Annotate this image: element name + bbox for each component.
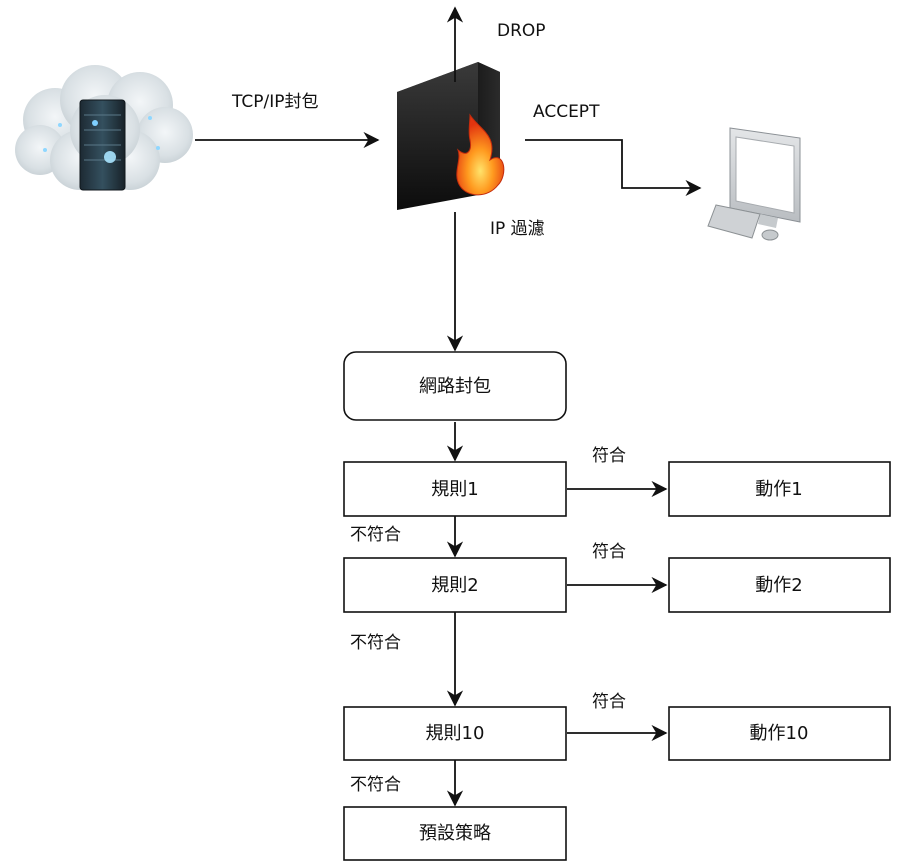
match-label-2: 符合: [592, 542, 626, 562]
action-2-label: 動作2: [755, 575, 802, 596]
accept-label: ACCEPT: [533, 102, 600, 122]
action-1-label: 動作1: [755, 479, 802, 500]
rule-10-label: 規則10: [426, 723, 485, 744]
firewall-flow-diagram: DROP TCP/IP封包 ACCEPT IP 過濾 符合 符合 符合 不符合 …: [15, 6, 891, 861]
no-match-label-10: 不符合: [350, 775, 401, 795]
action-10-node: 動作10: [668, 706, 891, 761]
match-label-10: 符合: [592, 692, 626, 712]
rule-2-node: 規則2: [343, 557, 567, 613]
rule-10-node: 規則10: [343, 706, 567, 761]
default-policy-label: 預設策略: [419, 823, 491, 844]
rule-2-label: 規則2: [431, 575, 478, 596]
drop-label: DROP: [497, 21, 546, 41]
default-policy-node: 預設策略: [343, 806, 567, 861]
action-1-node: 動作1: [668, 461, 891, 517]
no-match-label-1: 不符合: [350, 525, 401, 545]
ip-filter-label: IP 過濾: [490, 219, 545, 239]
cloud-server-icon: [15, 65, 193, 191]
action-2-node: 動作2: [668, 557, 891, 613]
tcp-packet-label: TCP/IP封包: [231, 92, 319, 112]
accept-arrow: [525, 139, 702, 197]
packet-node: 網路封包: [343, 351, 567, 421]
packet-node-label: 網路封包: [419, 376, 491, 397]
firewall-icon: [397, 62, 505, 210]
no-match-label-2: 不符合: [350, 633, 401, 653]
rule-1-label: 規則1: [431, 479, 478, 500]
action-10-label: 動作10: [750, 723, 809, 744]
computer-icon: [707, 127, 801, 241]
rule-1-node: 規則1: [343, 461, 567, 517]
match-label-1: 符合: [592, 446, 626, 466]
